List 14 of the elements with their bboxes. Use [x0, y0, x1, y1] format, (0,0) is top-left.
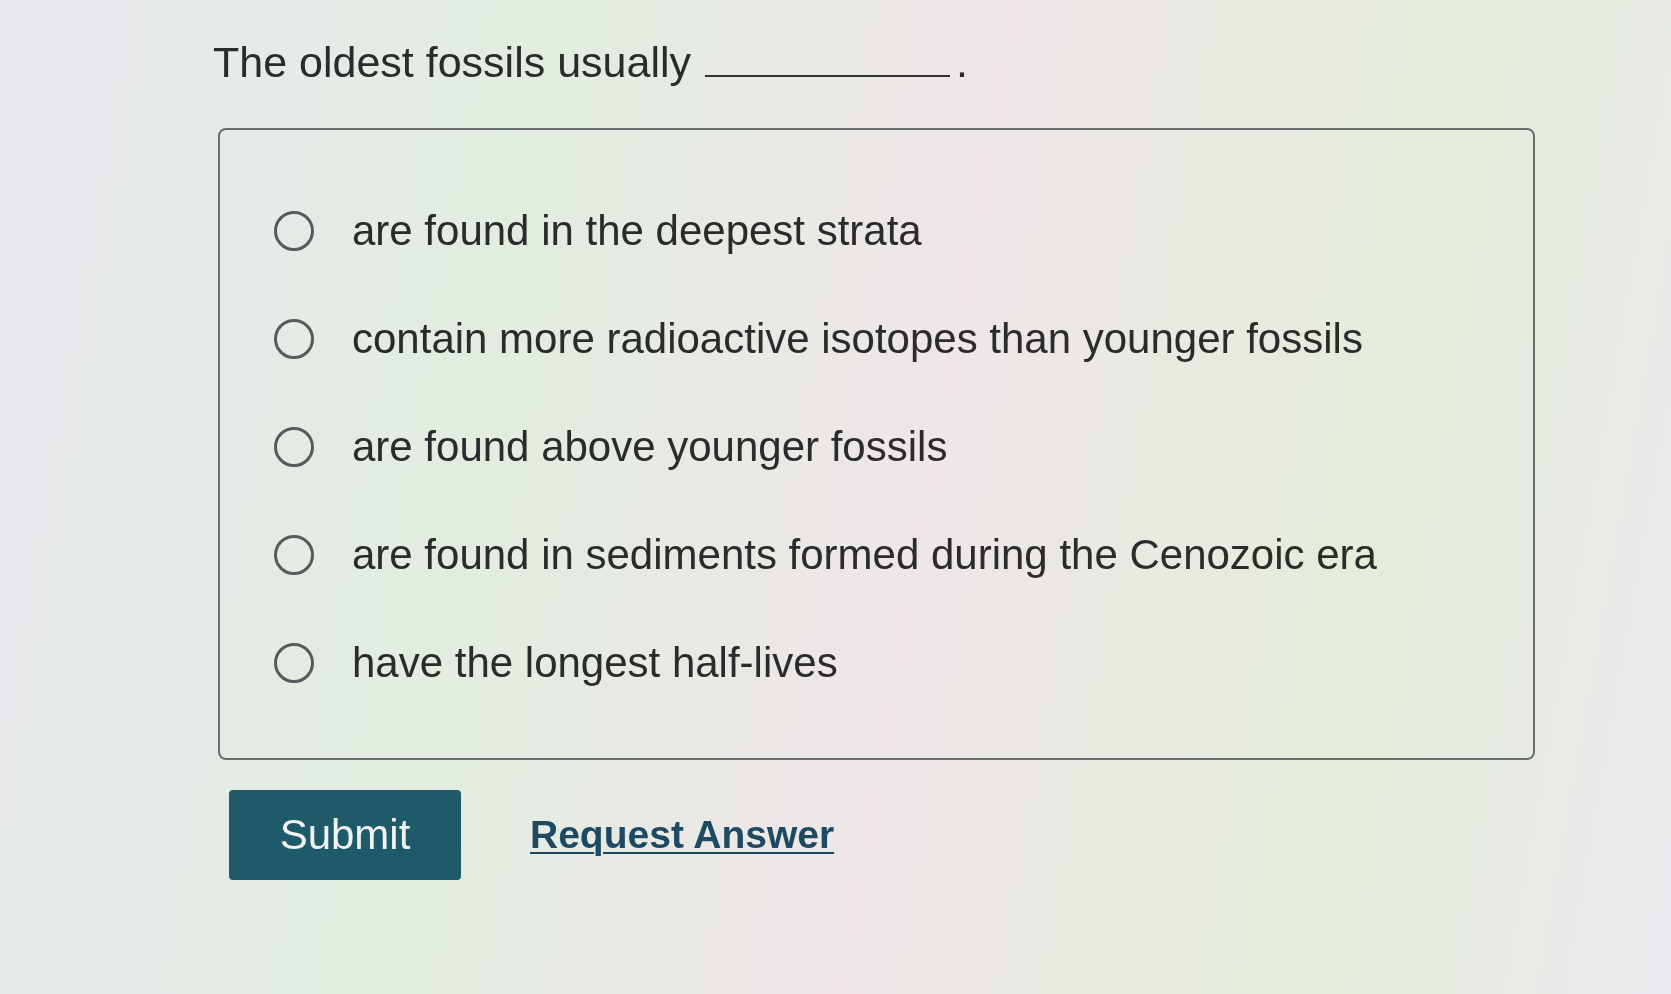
radio-button[interactable] — [274, 211, 314, 252]
radio-button[interactable] — [274, 319, 314, 360]
radio-button[interactable] — [274, 643, 314, 684]
request-answer-link[interactable]: Request Answer — [530, 813, 835, 858]
question-text: The oldest fossils usually — [213, 38, 691, 88]
option-label: are found in the deepest strata — [352, 207, 922, 256]
radio-button[interactable] — [274, 535, 314, 576]
option-label: are found in sediments formed during the Cenozoic era — [352, 531, 1377, 580]
radio-button[interactable] — [274, 427, 314, 468]
submit-button[interactable]: Submit — [229, 790, 461, 881]
option-label: are found above younger fossils — [352, 423, 948, 472]
option-label: have the longest half-lives — [352, 639, 838, 688]
question-punctuation: . — [956, 38, 968, 88]
option-label: contain more radioactive isotopes than younger fossils — [352, 315, 1363, 364]
